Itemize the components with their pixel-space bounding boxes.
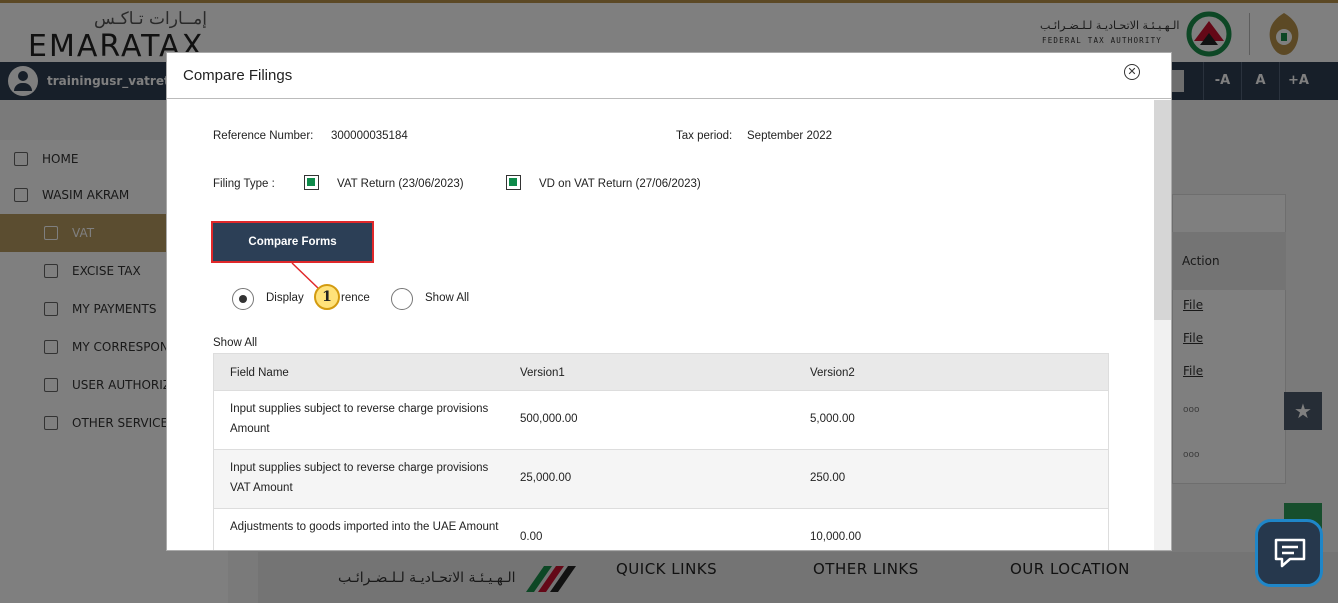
table-header: Field Name Version1 Version2 [213,353,1109,391]
vat-return-label: VAT Return (23/06/2023) [337,178,464,190]
field-name-cell: Adjustments to goods imported into the U… [230,521,499,533]
reference-number-value: 300000035184 [331,130,408,142]
section-title: Show All [213,337,258,349]
version2-cell: 10,000.00 [810,531,862,543]
modal-title: Compare Filings [183,67,293,84]
vd-vat-return-label: VD on VAT Return (27/06/2023) [539,178,701,190]
table-row: Adjustments to goods imported into the U… [213,509,1109,550]
modal-scrollbar-thumb[interactable] [1154,100,1171,320]
vat-return-checkbox[interactable] [304,175,319,190]
vd-vat-return-checkbox[interactable] [506,175,521,190]
field-name-cell: Input supplies subject to reverse charge… [230,462,489,494]
field-name-cell: Input supplies subject to reverse charge… [230,403,489,435]
filing-type-label: Filing Type : [213,178,275,190]
compare-filings-modal: Compare Filings ✕ Reference Number: 3000… [166,52,1172,551]
show-all-label: Show All [425,292,470,304]
table-row: Input supplies subject to reverse charge… [213,391,1109,450]
column-header-version1: Version1 [520,367,565,379]
display-difference-radio[interactable] [232,288,254,310]
version1-cell: 500,000.00 [520,413,578,425]
chat-button[interactable] [1255,519,1323,587]
column-header-version2: Version2 [810,367,855,379]
compare-forms-button[interactable]: Compare Forms [211,221,374,263]
modal-header: Compare Filings ✕ [167,53,1171,99]
tax-period-label: Tax period: [676,130,733,142]
version2-cell: 250.00 [810,472,846,484]
column-header-field-name: Field Name [230,367,289,379]
table-row: Input supplies subject to reverse charge… [213,450,1109,509]
version1-cell: 25,000.00 [520,472,572,484]
step-callout-badge: 1 [314,284,340,310]
comparison-table: Field Name Version1 Version2 Input suppl… [213,353,1109,550]
version2-cell: 5,000.00 [810,413,855,425]
version1-cell: 0.00 [520,531,543,543]
reference-number-label: Reference Number: [213,130,314,142]
show-all-radio[interactable] [391,288,413,310]
tax-period-value: September 2022 [747,130,833,142]
chat-icon [1274,538,1306,568]
display-difference-label: Display [266,292,304,304]
close-icon[interactable]: ✕ [1124,64,1140,80]
display-difference-label-end: rence [341,292,370,304]
